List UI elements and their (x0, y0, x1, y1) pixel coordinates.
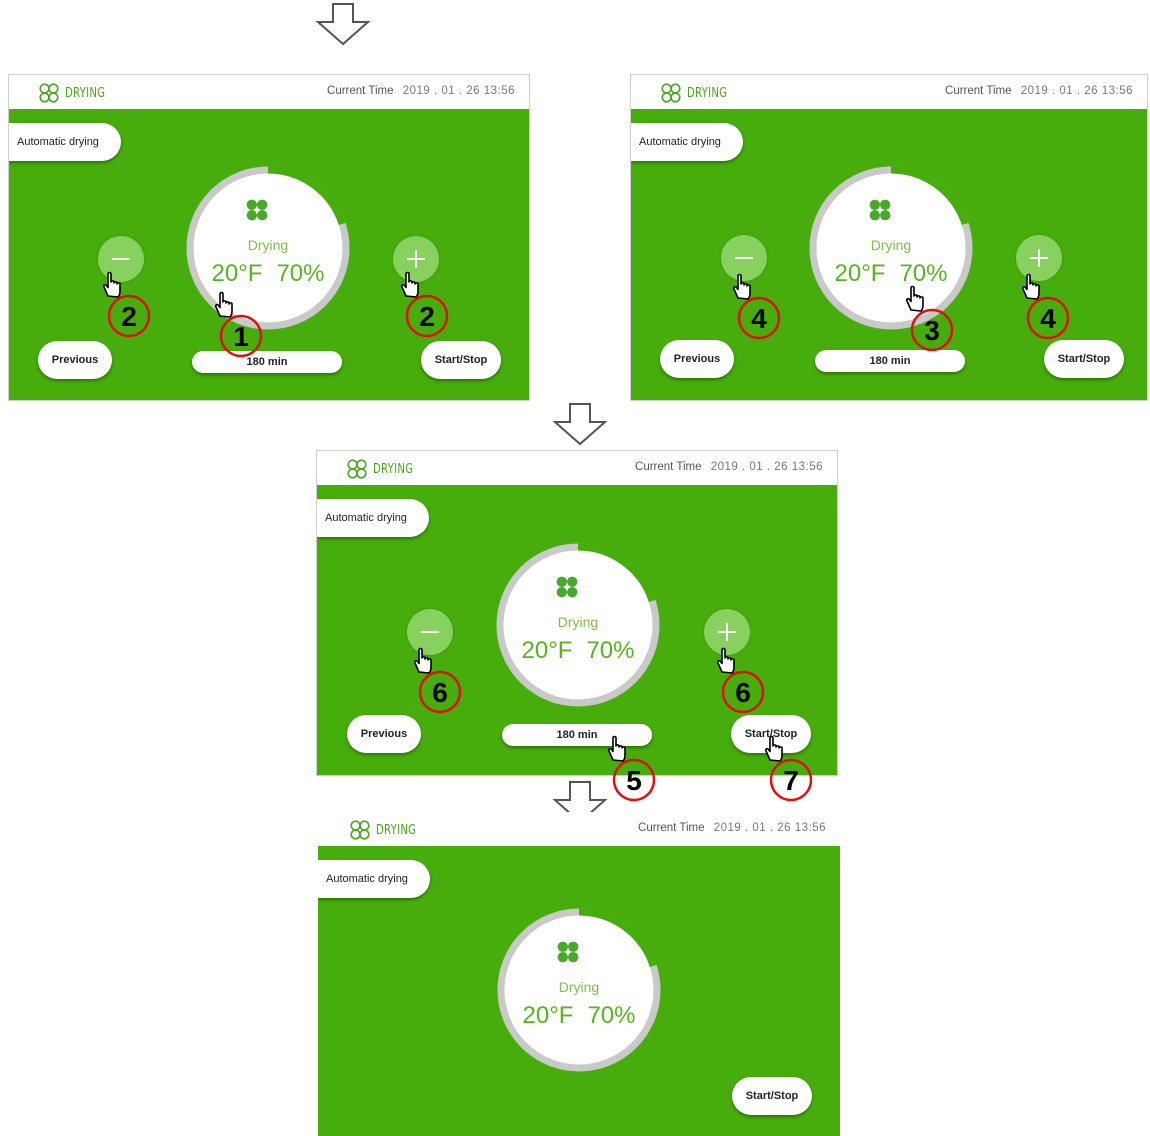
brand: DRYING (659, 83, 739, 103)
start-stop-button[interactable]: Start/Stop (1044, 340, 1124, 378)
fan-icon (555, 939, 581, 965)
brand: DRYING (37, 83, 117, 103)
mode-button[interactable]: Automatic drying (318, 860, 430, 898)
screen-step-4: DRYING Current Time 2019 . 01 . 26 13:56… (318, 812, 840, 1136)
step-marker: 6 (709, 646, 769, 714)
current-time: Current Time 2019 . 01 . 26 13:56 (327, 85, 515, 97)
dial-status: Drying (247, 237, 289, 253)
humidity-value: 70% (276, 260, 325, 287)
step-marker: 3 (898, 284, 958, 352)
header-bar: DRYING Current Time 2019 . 01 . 26 13:56 (318, 812, 840, 846)
previous-button[interactable]: Previous (38, 341, 112, 379)
step-marker: 5 (600, 734, 660, 802)
step-number: 7 (783, 765, 799, 796)
step-number: 5 (626, 765, 642, 796)
step-number: 4 (1040, 303, 1056, 334)
fan-icon (554, 574, 580, 600)
step-number: 4 (751, 303, 767, 334)
down-arrow-icon (314, 2, 372, 46)
fan-icon (37, 82, 61, 104)
mode-button[interactable]: Automatic drying (631, 123, 743, 161)
step-number: 1 (233, 321, 249, 352)
time-value: 2019 . 01 . 26 13:56 (1020, 85, 1133, 97)
start-stop-button[interactable]: Start/Stop (421, 341, 501, 379)
fan-icon (244, 197, 270, 223)
brand-title: DRYING (376, 822, 417, 838)
dial-reading: 20°F 70% (183, 260, 353, 288)
fan-icon (867, 197, 893, 223)
brand-title: DRYING (373, 461, 414, 477)
dial-status: Drying (870, 237, 912, 253)
mode-button[interactable]: Automatic drying (9, 123, 121, 161)
previous-button[interactable]: Previous (660, 340, 734, 378)
temperature-value: 20°F (211, 260, 263, 287)
main-area: Automatic drying Drying 20°F 70% Previous… (631, 109, 1147, 400)
screen-step-1: DRYING Current Time 2019 . 01 . 26 13:56… (8, 74, 530, 401)
step-marker: 1 (207, 290, 267, 358)
timer-button[interactable]: 180 min (815, 350, 965, 372)
mode-button[interactable]: Automatic drying (317, 499, 429, 537)
temperature-value: 20°F (521, 637, 573, 664)
current-time: Current Time 2019 . 01 . 26 13:56 (638, 822, 826, 834)
step-marker: 4 (1014, 272, 1074, 340)
time-label: Current Time (635, 461, 702, 473)
brand: DRYING (348, 820, 428, 840)
fan-icon (345, 458, 369, 480)
humidity-value: 70% (586, 637, 635, 664)
brand: DRYING (345, 459, 425, 479)
main-area: Automatic drying Drying 20°F 70% Previous… (9, 109, 529, 400)
drying-dial[interactable]: Drying 20°F 70% (494, 905, 664, 1075)
fan-icon (348, 819, 372, 841)
temperature-value: 20°F (522, 1002, 574, 1029)
time-value: 2019 . 01 . 26 13:56 (402, 85, 515, 97)
drying-dial[interactable]: Drying 20°F 70% (493, 540, 663, 710)
step-number: 6 (432, 677, 448, 708)
dial-reading: 20°F 70% (493, 637, 663, 665)
brand-title: DRYING (687, 85, 728, 101)
header-bar: DRYING Current Time 2019 . 01 . 26 13:56 (631, 75, 1147, 109)
step-number: 2 (419, 301, 435, 332)
time-label: Current Time (945, 85, 1012, 97)
main-area: Automatic drying Drying 20°F 70% Previous… (317, 485, 837, 775)
step-number: 2 (121, 301, 137, 332)
start-stop-button[interactable]: Start/Stop (732, 1077, 812, 1115)
time-label: Current Time (638, 822, 705, 834)
time-value: 2019 . 01 . 26 13:56 (713, 822, 826, 834)
step-marker: 2 (95, 270, 155, 338)
header-bar: DRYING Current Time 2019 . 01 . 26 13:56 (317, 451, 837, 485)
header-bar: DRYING Current Time 2019 . 01 . 26 13:56 (9, 75, 529, 109)
fan-icon (659, 82, 683, 104)
screen-step-3: DRYING Current Time 2019 . 01 . 26 13:56… (316, 450, 838, 776)
step-marker: 2 (393, 270, 453, 338)
dial-reading: 20°F 70% (494, 1002, 664, 1030)
time-value: 2019 . 01 . 26 13:56 (710, 461, 823, 473)
screen-step-2: DRYING Current Time 2019 . 01 . 26 13:56… (630, 74, 1148, 401)
step-number: 3 (924, 315, 940, 346)
time-label: Current Time (327, 85, 394, 97)
humidity-value: 70% (899, 260, 948, 287)
current-time: Current Time 2019 . 01 . 26 13:56 (945, 85, 1133, 97)
brand-title: DRYING (65, 85, 106, 101)
current-time: Current Time 2019 . 01 . 26 13:56 (635, 461, 823, 473)
down-arrow-icon (551, 402, 609, 446)
humidity-value: 70% (587, 1002, 636, 1029)
dial-status: Drying (557, 614, 599, 630)
step-marker: 7 (757, 734, 817, 802)
temperature-value: 20°F (834, 260, 886, 287)
step-number: 6 (735, 677, 751, 708)
dial-status: Drying (558, 979, 600, 995)
main-area: Automatic drying Drying 20°F 70% Start/St… (318, 846, 840, 1136)
step-marker: 6 (406, 646, 466, 714)
previous-button[interactable]: Previous (347, 715, 421, 753)
step-marker: 4 (725, 272, 785, 340)
